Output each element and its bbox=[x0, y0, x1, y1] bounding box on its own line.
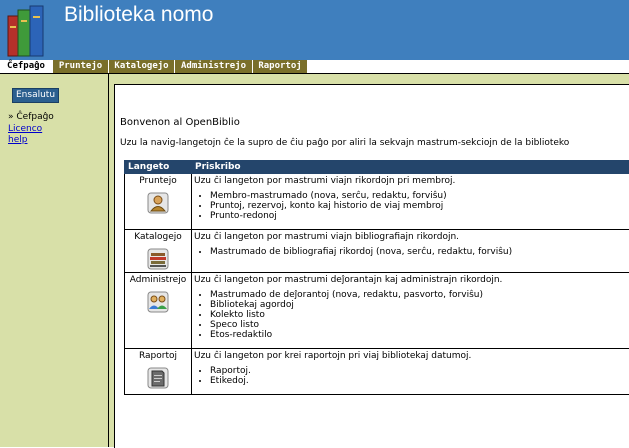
description-cell: Uzu ĉi langeton por mastrumi deĵorantajn… bbox=[192, 273, 629, 349]
module-cell: Pruntejo bbox=[125, 174, 192, 230]
header-bar: Biblioteka nomo bbox=[0, 0, 629, 60]
list-item: Prunto-redonoj bbox=[210, 211, 628, 221]
tab-administrejo[interactable]: Administrejo bbox=[175, 60, 252, 73]
list-item: Raportoj. bbox=[210, 366, 628, 376]
tab-raportoj[interactable]: Raportoj bbox=[253, 60, 307, 73]
description-cell: Uzu ĉi langeton por krei raportojn pri v… bbox=[192, 349, 629, 395]
module-name: Pruntejo bbox=[127, 176, 189, 186]
module-cell: Administrejo bbox=[125, 273, 192, 349]
feature-list: Mastrumado de bibliografiaj rikordoj (no… bbox=[194, 247, 628, 257]
feature-list: Mastrumado de deĵorantoj (nova, redaktu,… bbox=[194, 290, 628, 340]
library-books-logo-icon bbox=[6, 2, 46, 58]
list-item: Pruntoj, rezervoj, konto kaj historio de… bbox=[210, 201, 628, 211]
module-description: Uzu ĉi langeton por mastrumi deĵorantajn… bbox=[194, 275, 628, 285]
intro-text: Uzu la navig-langetojn ĉe la supro de ĉi… bbox=[120, 138, 569, 148]
module-cell: Raportoj bbox=[125, 349, 192, 395]
tab-pruntejo[interactable]: Pruntejo bbox=[53, 60, 108, 73]
app-title: Biblioteka nomo bbox=[64, 3, 213, 27]
list-item: Bibliotekaj agordoj bbox=[210, 300, 628, 310]
table-row: Katalogejo Uzu ĉi langeton por mastrumi … bbox=[125, 230, 629, 273]
module-table: Langeto Priskribo Pruntejo Uzu bbox=[124, 160, 629, 395]
list-item: Membro-mastrumado (nova, serĉu, redaktu,… bbox=[210, 191, 628, 201]
module-name: Raportoj bbox=[127, 351, 189, 361]
login-button[interactable]: Ensalutu bbox=[12, 88, 59, 103]
tab-katalogejo[interactable]: Katalogejo bbox=[109, 60, 174, 73]
module-description: Uzu ĉi langeton por krei raportojn pri v… bbox=[194, 351, 628, 361]
main-area: Bonvenon al OpenBiblio Uzu la navig-lang… bbox=[109, 74, 629, 447]
feature-list: Membro-mastrumado (nova, serĉu, redaktu,… bbox=[194, 191, 628, 221]
sidebar-current-page: » Ĉefpaĝo bbox=[8, 112, 54, 122]
books-icon bbox=[147, 248, 169, 270]
list-item: Kolekto listo bbox=[210, 310, 628, 320]
welcome-heading: Bonvenon al OpenBiblio bbox=[120, 117, 240, 128]
table-row: Administrejo Uzu ĉi langeton por mastrum… bbox=[125, 273, 629, 349]
sidebar: Ensalutu » Ĉefpaĝo Licenco help bbox=[0, 74, 109, 447]
header-priskribo: Priskribo bbox=[192, 161, 629, 174]
sidebar-link-help[interactable]: help bbox=[8, 135, 27, 145]
patron-icon bbox=[147, 192, 169, 214]
module-cell: Katalogejo bbox=[125, 230, 192, 273]
header-langeto: Langeto bbox=[125, 161, 192, 174]
list-item: Etos-redaktilo bbox=[210, 330, 628, 340]
module-name: Katalogejo bbox=[127, 232, 189, 242]
table-row: Pruntejo Uzu ĉi langeton por mastrumi vi… bbox=[125, 174, 629, 230]
sidebar-link-licenco[interactable]: Licenco bbox=[8, 124, 42, 134]
description-cell: Uzu ĉi langeton por mastrumi viajn bibli… bbox=[192, 230, 629, 273]
list-item: Etikedoj. bbox=[210, 376, 628, 386]
list-item: Mastrumado de deĵorantoj (nova, redaktu,… bbox=[210, 290, 628, 300]
feature-list: Raportoj. Etikedoj. bbox=[194, 366, 628, 386]
tab-bar: Ĉefpaĝo Pruntejo Katalogejo Administrejo… bbox=[0, 60, 629, 74]
table-header-row: Langeto Priskribo bbox=[125, 161, 629, 174]
module-name: Administrejo bbox=[127, 275, 189, 285]
report-icon bbox=[147, 367, 169, 389]
content-panel: Bonvenon al OpenBiblio Uzu la navig-lang… bbox=[114, 84, 629, 448]
staff-icon bbox=[147, 291, 169, 313]
table-row: Raportoj Uzu ĉi langeton por krei raport… bbox=[125, 349, 629, 395]
module-description: Uzu ĉi langeton por mastrumi viajn rikor… bbox=[194, 176, 628, 186]
module-description: Uzu ĉi langeton por mastrumi viajn bibli… bbox=[194, 232, 628, 242]
description-cell: Uzu ĉi langeton por mastrumi viajn rikor… bbox=[192, 174, 629, 230]
tab-cefpago[interactable]: Ĉefpaĝo bbox=[0, 60, 52, 73]
list-item: Speco listo bbox=[210, 320, 628, 330]
list-item: Mastrumado de bibliografiaj rikordoj (no… bbox=[210, 247, 628, 257]
